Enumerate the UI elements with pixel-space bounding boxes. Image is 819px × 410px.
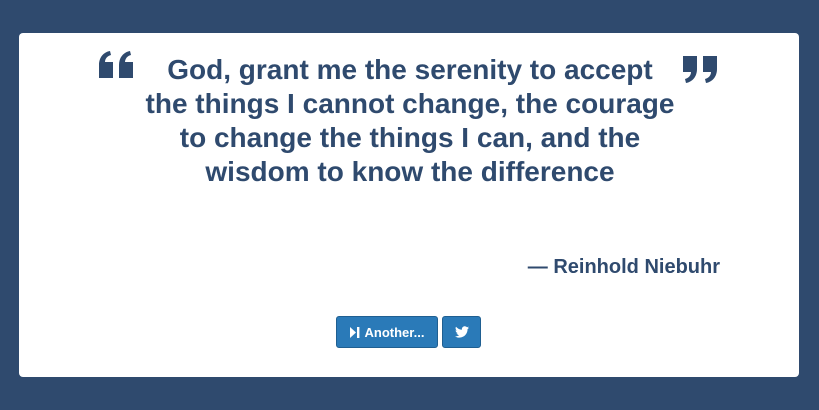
another-quote-label: Another... (364, 324, 425, 340)
another-quote-button[interactable]: Another... (336, 316, 438, 348)
twitter-icon (454, 326, 469, 338)
quote-card: God, grant me the serenity to accept the… (19, 33, 799, 377)
open-quote-icon (99, 51, 133, 78)
tweet-button[interactable] (442, 316, 481, 348)
skip-forward-icon (349, 326, 360, 338)
action-buttons: Another... (336, 316, 481, 348)
quote-author: — Reinhold Niebuhr (527, 256, 720, 278)
close-quote-icon (683, 56, 717, 83)
quote-text: God, grant me the serenity to accept the… (145, 54, 675, 187)
